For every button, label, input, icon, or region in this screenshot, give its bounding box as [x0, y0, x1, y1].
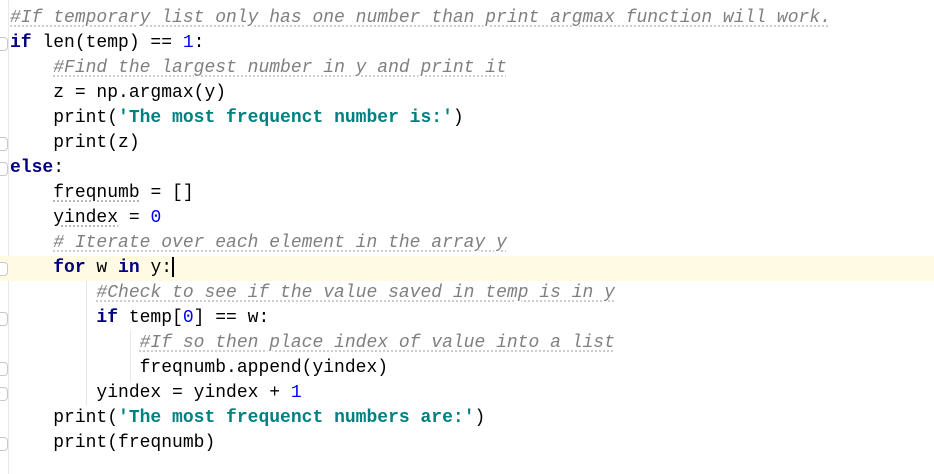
indent-guide — [86, 281, 88, 406]
code-line[interactable]: if len(temp) == 1: — [0, 31, 934, 56]
fold-marker-icon[interactable] — [0, 162, 8, 176]
keyword-token: if — [10, 33, 32, 53]
code-line[interactable]: #Find the largest number in y and print … — [0, 56, 934, 81]
code-token: temp[ — [118, 308, 183, 328]
code-line[interactable]: z = np.argmax(y) — [0, 81, 934, 106]
code-token: print( — [53, 108, 119, 128]
comment-token: #Find the largest number in y and print … — [53, 58, 507, 78]
code-line[interactable]: print(freqnumb) — [0, 431, 934, 456]
comment-token: # Iterate over each element in the array… — [53, 233, 507, 253]
number-token: 0 — [182, 308, 194, 328]
code-line[interactable]: print('The most frequenct numbers are:') — [0, 406, 934, 431]
code-token: y: — [139, 258, 173, 278]
number-token: 0 — [150, 208, 162, 228]
code-token: freqnumb.append(yindex) — [139, 358, 389, 378]
keyword-token: if — [96, 308, 119, 328]
number-token: 1 — [290, 383, 302, 403]
code-line[interactable]: yindex = yindex + 1 — [0, 381, 934, 406]
code-line[interactable]: yindex = 0 — [0, 206, 934, 231]
fold-marker-icon[interactable] — [0, 37, 8, 51]
text-caret — [172, 257, 175, 278]
comment-token: #If so then place index of value into a … — [139, 333, 615, 353]
code-token: : — [193, 33, 205, 53]
number-token: 1 — [182, 33, 194, 53]
identifier-token: freqnumb — [53, 183, 140, 203]
fold-marker-icon[interactable] — [0, 362, 8, 376]
code-line[interactable]: print(z) — [0, 131, 934, 156]
keyword-token: in — [118, 258, 140, 278]
current-code-line[interactable]: for w in y: — [0, 256, 934, 281]
code-token: print( — [53, 408, 119, 428]
code-line[interactable]: else: — [0, 156, 934, 181]
code-token: ) — [452, 108, 464, 128]
fold-marker-icon[interactable] — [0, 312, 8, 326]
code-line[interactable]: freqnumb.append(yindex) — [0, 356, 934, 381]
code-token: w — [85, 258, 119, 278]
code-line[interactable]: #Check to see if the value saved in temp… — [0, 281, 934, 306]
string-token: 'The most frequenct number is:' — [118, 108, 453, 128]
code-line[interactable]: if temp[0] == w: — [0, 306, 934, 331]
keyword-token: for — [53, 258, 86, 278]
code-token: ] == w: — [193, 308, 270, 328]
code-token: ) — [474, 408, 486, 428]
fold-marker-icon[interactable] — [0, 137, 8, 151]
fold-marker-icon[interactable] — [0, 437, 8, 451]
code-token: = — [118, 208, 151, 228]
code-line[interactable]: freqnumb = [] — [0, 181, 934, 206]
comment-token: #Check to see if the value saved in temp… — [96, 283, 615, 303]
keyword-token: else — [10, 158, 54, 178]
indent-guide — [129, 331, 131, 381]
string-token: 'The most frequenct numbers are:' — [118, 408, 475, 428]
code-line[interactable]: #If so then place index of value into a … — [0, 331, 934, 356]
code-token: len(temp) == — [31, 33, 183, 53]
code-token: print(freqnumb) — [53, 433, 216, 453]
comment-token: #If temporary list only has one number t… — [10, 8, 831, 28]
code-token: yindex = yindex + — [96, 383, 291, 403]
fold-marker-icon[interactable] — [0, 387, 8, 401]
code-token: = [] — [139, 183, 194, 203]
code-line[interactable]: print('The most frequenct number is:') — [0, 106, 934, 131]
code-editor[interactable]: #If temporary list only has one number t… — [0, 6, 934, 456]
code-token: : — [53, 158, 65, 178]
fold-marker-icon[interactable] — [0, 262, 8, 276]
code-line[interactable]: #If temporary list only has one number t… — [0, 6, 934, 31]
code-line[interactable]: # Iterate over each element in the array… — [0, 231, 934, 256]
code-token: z = np.argmax(y) — [53, 83, 227, 103]
identifier-token: yindex — [53, 208, 119, 228]
code-token: print(z) — [53, 133, 140, 153]
